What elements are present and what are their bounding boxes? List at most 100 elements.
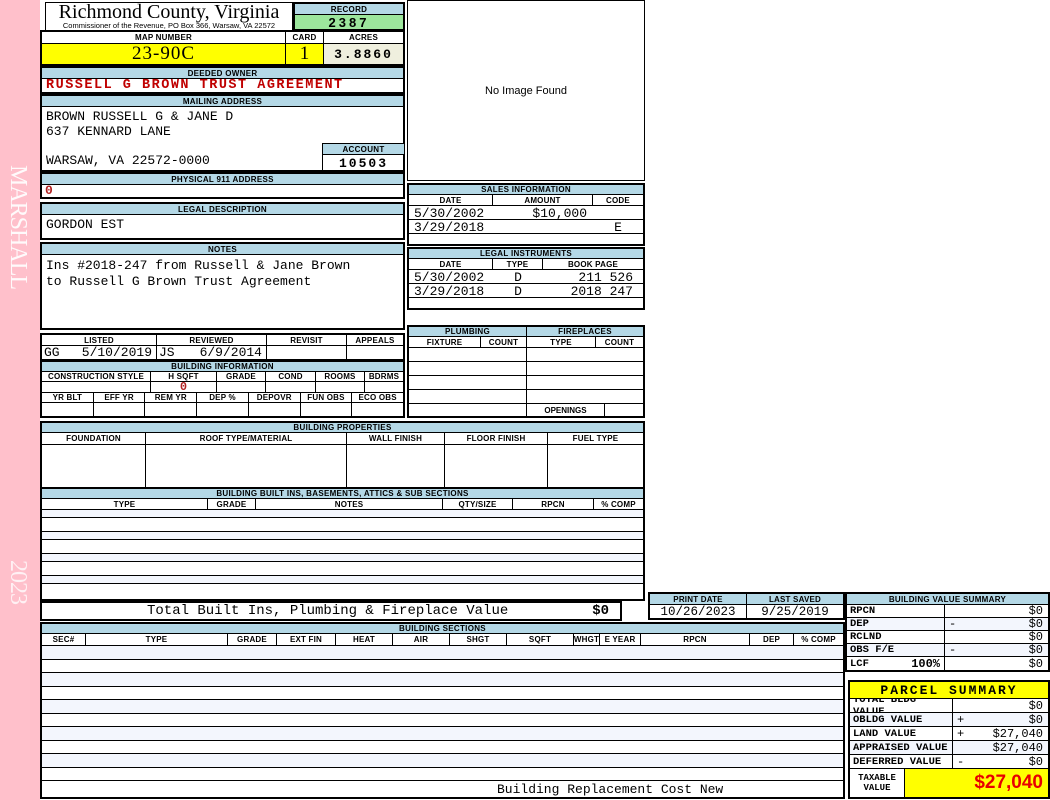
- roof-label: ROOF TYPE/MATERIAL: [146, 433, 347, 444]
- parcel-label: DEFERRED VALUE: [850, 755, 953, 768]
- legal-instruments-title: LEGAL INSTRUMENTS: [409, 249, 643, 259]
- revisit-label: REVISIT: [267, 335, 347, 345]
- sidebar: MARSHALL 2023: [0, 0, 40, 800]
- remyr-value: [145, 403, 198, 416]
- fireplaces-panel: FIREPLACES TYPE COUNT OPENINGS: [527, 327, 643, 416]
- instrument-row-empty: [409, 298, 643, 308]
- taxable-value: $27,040: [905, 769, 1048, 797]
- builtin-row: [42, 540, 643, 554]
- print-info-box: PRINT DATE LAST SAVED 10/26/2023 9/25/20…: [648, 592, 845, 620]
- deeded-owner-box: DEEDED OWNER RUSSELL G BROWN TRUST AGREE…: [40, 66, 405, 94]
- floor-finish-label: FLOOR FINISH: [445, 433, 548, 444]
- builtin-row: [42, 554, 643, 562]
- building-value-summary-box: BUILDING VALUE SUMMARY RPCN $0 DEP - $0 …: [845, 592, 1050, 672]
- sec-eyear-label: E YEAR: [600, 634, 641, 645]
- notes-line-2: to Russell G Brown Trust Agreement: [46, 273, 312, 289]
- map-number-value: 23-90C: [42, 44, 286, 64]
- section-row: [42, 713, 843, 727]
- parcel-value: $0: [1028, 755, 1043, 768]
- fireplace-type-label: TYPE: [527, 337, 596, 347]
- instrument-row: 3/29/2018 D 2018 247: [409, 284, 643, 299]
- fireplaces-title: FIREPLACES: [527, 327, 643, 337]
- instrument-bookpage-label: BOOK PAGE: [567, 259, 619, 269]
- instrument-date: 5/30/2002: [414, 270, 485, 285]
- legal-description-box: LEGAL DESCRIPTION GORDON EST: [40, 202, 405, 240]
- sales-date-label: DATE: [409, 195, 493, 205]
- instrument-bookpage: 2018 247: [570, 284, 633, 299]
- bvs-row: DEP - $0: [847, 618, 1048, 631]
- dep-pct-label: DEP %: [197, 393, 249, 402]
- sales-row: 5/30/2002 $10,000: [409, 206, 643, 221]
- account-box: ACCOUNT 10503: [322, 143, 404, 171]
- bvs-value: $0: [1028, 618, 1043, 630]
- building-replacement-footer: Building Replacement Cost New: [497, 782, 724, 797]
- roof-value: [146, 445, 347, 488]
- sales-code: [593, 206, 643, 219]
- record-value: 2387: [295, 15, 403, 30]
- notes-line-1: Ins #2018-247 from Russell & Jane Brown: [46, 258, 351, 273]
- foundation-value: [42, 445, 146, 488]
- section-row: [42, 700, 843, 714]
- parcel-value: $0: [1028, 699, 1043, 712]
- building-information-title: BUILDING INFORMATION: [42, 362, 403, 372]
- parcel-label: LAND VALUE: [850, 727, 953, 740]
- bdrms-label: BDRMS: [368, 372, 400, 381]
- section-row: [42, 740, 843, 754]
- account-value: 10503: [338, 155, 388, 171]
- plumbing-fireplaces-box: PLUMBING FIXTURE COUNT FIREPLACES TYPE C…: [407, 325, 645, 418]
- acres-label: ACRES: [348, 33, 378, 42]
- parcel-row: TOTAL BLDG VALUE $0: [850, 699, 1048, 713]
- sales-code-label: CODE: [606, 195, 630, 205]
- map-number-label: MAP NUMBER: [42, 32, 286, 43]
- notes-box: NOTES Ins #2018-247 from Russell & Jane …: [40, 242, 405, 330]
- account-label: ACCOUNT: [323, 144, 404, 155]
- photo-panel: No Image Found: [407, 0, 645, 181]
- fireplace-row: [527, 348, 643, 362]
- instrument-date-label: DATE: [409, 259, 493, 269]
- builtin-row: [42, 562, 643, 576]
- grade-label: GRADE: [217, 372, 266, 381]
- listed-date: 5/10/2019: [81, 346, 152, 359]
- bvs-label: OBS F/E: [847, 644, 945, 656]
- mailing-address-box: MAILING ADDRESS BROWN RUSSELL G & JANE D…: [40, 94, 405, 172]
- sales-information-title: SALES INFORMATION: [409, 185, 643, 195]
- bdrms-value: [365, 382, 403, 392]
- listed-label: LISTED: [42, 335, 157, 345]
- sales-date: 5/30/2002: [414, 206, 485, 221]
- plumbing-panel: PLUMBING FIXTURE COUNT: [409, 327, 527, 416]
- sec-heat-label: HEAT: [336, 634, 393, 645]
- dep-pct-value: [197, 403, 249, 416]
- rooms-label: ROOMS: [316, 372, 365, 381]
- sales-amount: $10,000: [532, 206, 587, 221]
- appeals-label: APPEALS: [355, 335, 395, 345]
- section-row: [42, 659, 843, 673]
- last-saved-value: 9/25/2019: [761, 605, 829, 618]
- sales-row-empty: [409, 234, 643, 244]
- hsqft-value: 0: [151, 382, 217, 392]
- bvs-label: RPCN: [847, 605, 945, 617]
- no-image-message: No Image Found: [485, 84, 567, 97]
- sec-comp-label: % COMP: [801, 635, 836, 644]
- parcel-summary-title: PARCEL SUMMARY: [850, 682, 1048, 699]
- bvs-row: LCF 100% $0: [847, 657, 1048, 670]
- builtin-row: [42, 532, 643, 540]
- mailing-line-2: 637 KENNARD LANE: [46, 124, 171, 139]
- card-label: CARD: [286, 32, 324, 43]
- sec-num-label: SEC#: [42, 634, 86, 645]
- fireplace-row: [527, 362, 643, 376]
- bvs-op: -: [949, 644, 957, 656]
- fuel-type-value: [548, 445, 643, 488]
- physical-address-label: PHYSICAL 911 ADDRESS: [42, 174, 403, 185]
- parcel-op: +: [957, 727, 965, 740]
- appeals-value: [347, 346, 403, 359]
- bvs-value: $0: [1028, 631, 1043, 643]
- listed-by: GG: [44, 346, 60, 359]
- section-row: [42, 767, 843, 781]
- parcel-op: -: [957, 755, 965, 768]
- depovr-value: [249, 403, 301, 416]
- fireplace-row: [527, 390, 643, 404]
- hsqft-label: H SQFT: [151, 372, 217, 381]
- openings-value: [605, 404, 643, 416]
- parcel-label: OBLDG VALUE: [850, 713, 953, 726]
- instrument-type: D: [514, 284, 522, 299]
